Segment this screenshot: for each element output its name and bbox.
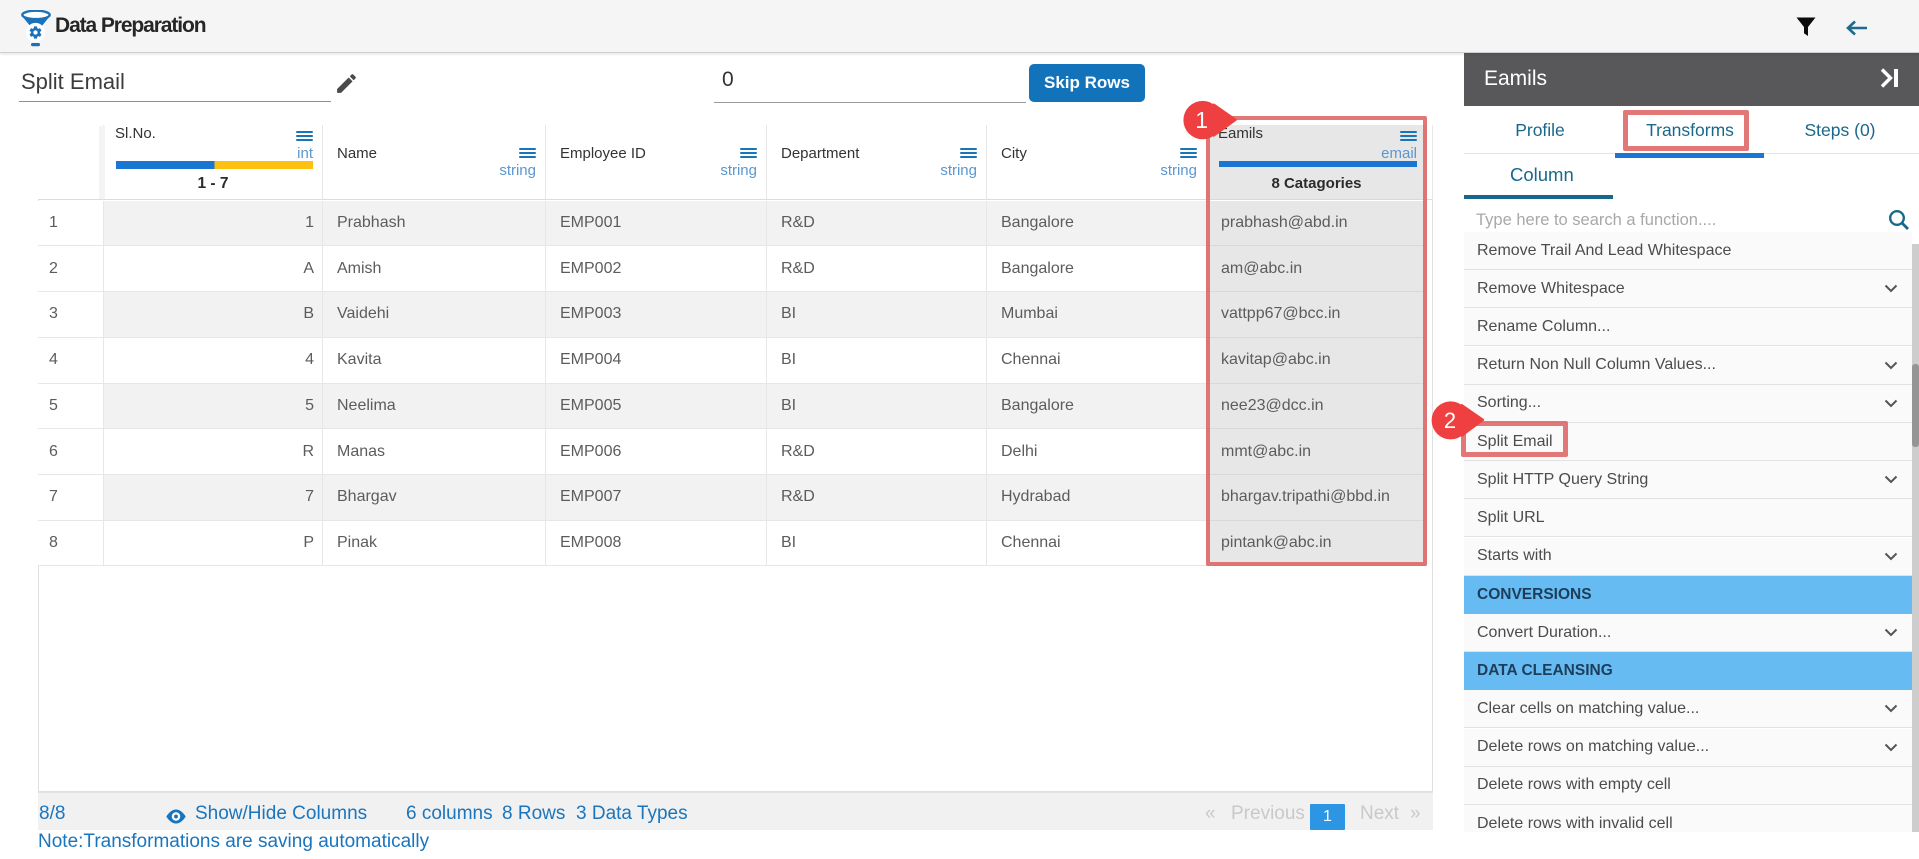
svg-text:1: 1 [1195,107,1208,133]
svg-text:2: 2 [1444,408,1456,433]
